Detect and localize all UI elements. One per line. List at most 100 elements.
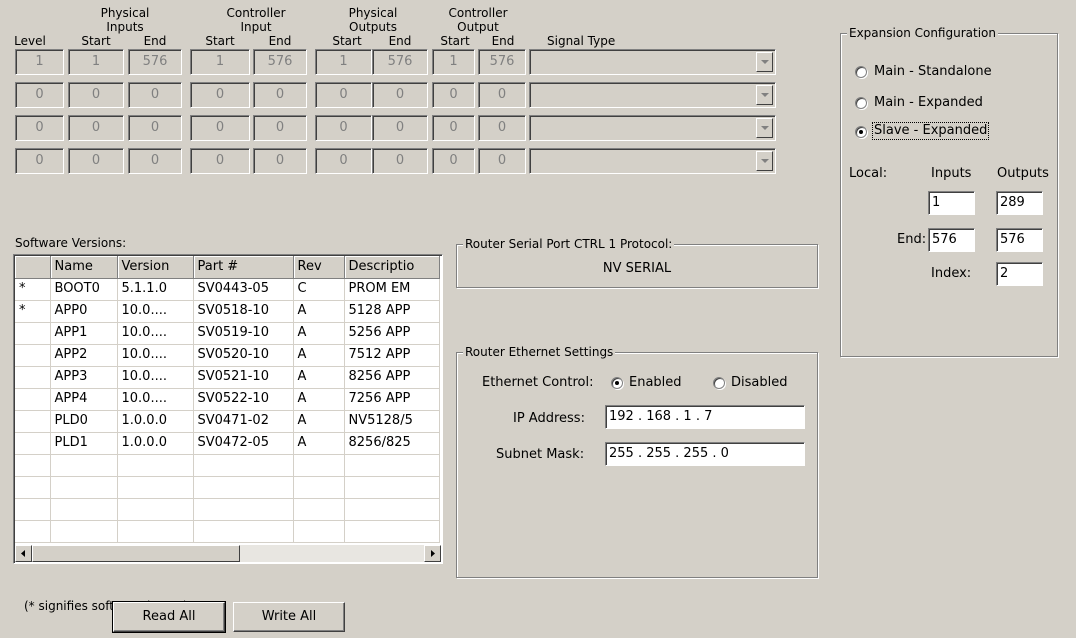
slave-expanded-radio[interactable] [855,126,867,138]
physical-input-start-field[interactable]: 0 [68,115,124,141]
cell-name: APP3 [50,366,118,389]
column-header[interactable] [15,256,51,279]
signal-type-select[interactable] [529,148,776,174]
cell-rev: A [293,388,345,411]
controller-output-start-field[interactable]: 0 [432,82,475,108]
cell-part: SV0522-10 [193,388,294,411]
cell-rev: A [293,432,345,455]
slave-expanded-label[interactable]: Slave - Expanded [871,122,990,140]
controller-input-end-field[interactable]: 0 [253,148,307,174]
table-row[interactable]: PLD0 1.0.0.0 SV0471-02 A NV5128/5 [15,410,440,433]
header-end: End [491,34,515,48]
main-standalone-radio[interactable] [855,66,867,78]
table-row[interactable]: APP4 10.0.... SV0522-10 A 7256 APP [15,388,440,411]
physical-output-start-field[interactable]: 0 [315,82,372,108]
physical-input-end-field[interactable]: 0 [128,148,182,174]
level-field[interactable]: 0 [15,82,64,108]
empty-row [15,454,440,477]
level-field[interactable]: 0 [15,115,64,141]
controller-output-end-field[interactable]: 0 [478,115,526,141]
end-inputs-field[interactable]: 576 [928,228,975,252]
controller-input-start-field[interactable]: 1 [190,49,250,75]
physical-input-end-field[interactable]: 0 [128,82,182,108]
table-row[interactable]: * APP0 10.0.... SV0518-10 A 5128 APP [15,300,440,323]
in-use-marker: * [15,278,51,301]
main-expanded-label[interactable]: Main - Expanded [874,95,983,111]
ethernet-settings-title: Router Ethernet Settings [463,345,616,359]
ethernet-disabled-label[interactable]: Disabled [731,375,787,391]
scrollbar-thumb[interactable] [32,545,240,562]
header-controller-output: Controller Output [428,6,528,34]
header-controller-input-line1: Controller [226,6,286,20]
cell-version: 10.0.... [117,300,194,323]
dropdown-arrow-icon[interactable] [756,52,773,72]
level-field[interactable]: 0 [15,148,64,174]
index-field[interactable]: 2 [996,262,1043,286]
ip-address-field[interactable]: 192 . 168 . 1 . 7 [605,405,805,429]
software-versions-list[interactable]: Name Version Part # Rev Descriptio * BOO… [13,254,443,564]
header-start: Start [440,34,470,48]
physical-input-end-field[interactable]: 576 [128,49,182,75]
table-row[interactable]: * BOOT0 5.1.1.0 SV0443-05 C PROM EM [15,278,440,301]
physical-output-end-field[interactable]: 0 [372,115,428,141]
dropdown-arrow-icon[interactable] [756,151,773,171]
end-outputs-field[interactable]: 576 [996,228,1043,252]
local-inputs-field[interactable]: 1 [928,191,975,215]
controller-input-end-field[interactable]: 576 [253,49,307,75]
physical-input-start-field[interactable]: 0 [68,148,124,174]
controller-output-end-field[interactable]: 0 [478,148,526,174]
column-header-description[interactable]: Descriptio [344,256,440,279]
table-row[interactable]: APP1 10.0.... SV0519-10 A 5256 APP [15,322,440,345]
table-row[interactable]: PLD1 1.0.0.0 SV0472-05 A 8256/825 [15,432,440,455]
table-row[interactable]: APP3 10.0.... SV0521-10 A 8256 APP [15,366,440,389]
table-row[interactable]: APP2 10.0.... SV0520-10 A 7512 APP [15,344,440,367]
ethernet-enabled-radio[interactable] [611,377,623,389]
controller-input-end-field[interactable]: 0 [253,82,307,108]
serial-port-group: Router Serial Port CTRL 1 Protocol: NV S… [456,237,818,288]
column-header-rev[interactable]: Rev [293,256,345,279]
controller-input-start-field[interactable]: 0 [190,115,250,141]
ip-address-label: IP Address: [513,411,585,426]
column-header-version[interactable]: Version [117,256,194,279]
scroll-left-icon[interactable] [15,545,32,562]
ethernet-disabled-radio[interactable] [713,377,725,389]
controller-output-start-field[interactable]: 1 [432,49,475,75]
read-all-button[interactable]: Read All [112,601,226,633]
physical-input-start-field[interactable]: 0 [68,82,124,108]
header-controller-input: Controller Input [206,6,306,34]
column-header-part[interactable]: Part # [193,256,294,279]
controller-output-start-field[interactable]: 0 [432,115,475,141]
physical-output-end-field[interactable]: 576 [372,49,428,75]
dropdown-arrow-icon[interactable] [756,85,773,105]
scroll-right-icon[interactable] [424,545,441,562]
list-header-row: Name Version Part # Rev Descriptio [15,256,440,279]
controller-input-end-field[interactable]: 0 [253,115,307,141]
in-use-marker [15,366,51,389]
controller-input-start-field[interactable]: 0 [190,82,250,108]
controller-output-end-field[interactable]: 0 [478,82,526,108]
cell-description: NV5128/5 [344,410,440,433]
main-expanded-radio[interactable] [855,97,867,109]
signal-type-select[interactable] [529,115,776,141]
signal-type-select[interactable] [529,49,776,75]
signal-type-select[interactable] [529,82,776,108]
physical-input-start-field[interactable]: 1 [68,49,124,75]
ethernet-enabled-label[interactable]: Enabled [629,375,682,391]
physical-input-end-field[interactable]: 0 [128,115,182,141]
controller-input-start-field[interactable]: 0 [190,148,250,174]
write-all-button[interactable]: Write All [233,602,345,632]
physical-output-start-field[interactable]: 1 [315,49,372,75]
dropdown-arrow-icon[interactable] [756,118,773,138]
controller-output-start-field[interactable]: 0 [432,148,475,174]
physical-output-end-field[interactable]: 0 [372,148,428,174]
controller-output-end-field[interactable]: 576 [478,49,526,75]
level-field[interactable]: 1 [15,49,64,75]
column-header-name[interactable]: Name [50,256,118,279]
physical-output-end-field[interactable]: 0 [372,82,428,108]
subnet-mask-field[interactable]: 255 . 255 . 255 . 0 [605,442,805,466]
main-standalone-label[interactable]: Main - Standalone [874,64,992,80]
local-outputs-field[interactable]: 289 [996,191,1043,215]
horizontal-scrollbar[interactable] [15,545,441,562]
physical-output-start-field[interactable]: 0 [315,115,372,141]
physical-output-start-field[interactable]: 0 [315,148,372,174]
